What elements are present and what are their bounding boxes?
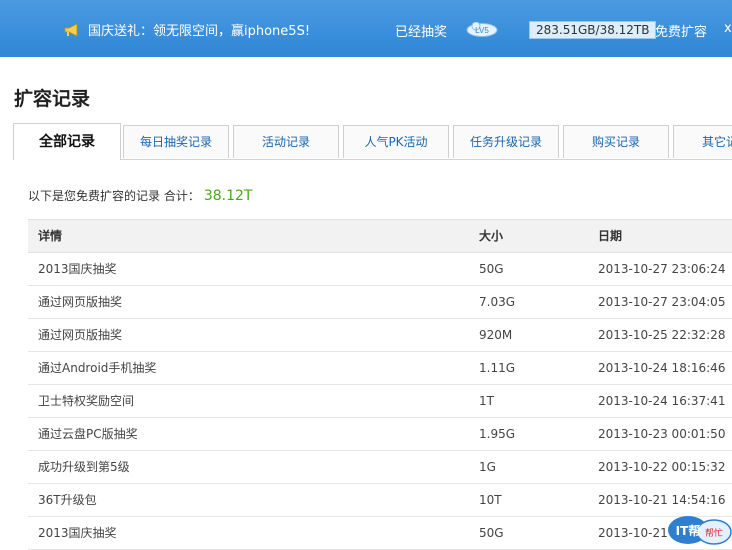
watermark-brand: IT帮 xyxy=(676,523,701,538)
row-date: 2013-10-23 00:01:50 xyxy=(598,427,726,441)
free-expand-link[interactable]: 免费扩容 xyxy=(655,21,707,40)
header-detail: 详情 xyxy=(38,229,63,243)
table-header: 详情 大小 日期 xyxy=(28,219,732,253)
tab-daily-lottery[interactable]: 每日抽奖记录 xyxy=(123,125,229,158)
level-text: LV5 xyxy=(475,26,489,35)
megaphone-icon xyxy=(64,22,78,37)
lottery-done-link[interactable]: 已经抽奖 xyxy=(395,21,447,40)
row-date: 2013-10-27 23:04:05 xyxy=(598,295,726,309)
user-menu[interactable]: x xyxy=(724,21,732,36)
table-row: 成功升级到第5级 1G 2013-10-22 00:15:32 xyxy=(28,451,732,484)
row-size: 1.11G xyxy=(479,361,516,375)
row-detail: 通过云盘PC版抽奖 xyxy=(38,427,138,441)
promo-text: 国庆送礼：领无限空间，赢iphone5S! xyxy=(88,24,311,39)
capacity-indicator: 283.51GB/38.12TB xyxy=(529,21,657,39)
itbang-watermark-logo: IT帮 帮忙 xyxy=(668,516,732,545)
tab-purchase[interactable]: 购买记录 xyxy=(563,125,669,158)
page-title: 扩容记录 xyxy=(14,88,91,110)
row-size: 1.95G xyxy=(479,427,516,441)
table-row: 卫士特权奖励空间 1T 2013-10-24 16:37:41 xyxy=(28,385,732,418)
header-date: 日期 xyxy=(598,229,623,243)
table-row: 通过Android手机抽奖 1.11G 2013-10-24 18:16:46 xyxy=(28,352,732,385)
table-row: 通过云盘PC版抽奖 1.95G 2013-10-23 00:01:50 xyxy=(28,418,732,451)
summary-line: 以下是您免费扩容的记录 合计： 38.12T xyxy=(28,187,252,204)
row-size: 920M xyxy=(479,328,513,342)
table-row: 通过网页版抽奖 7.03G 2013-10-27 23:04:05 xyxy=(28,286,732,319)
row-detail: 36T升级包 xyxy=(38,493,97,507)
row-size: 1G xyxy=(479,460,496,474)
tab-popularity-pk[interactable]: 人气PK活动 xyxy=(343,125,449,158)
row-date: 2013-10-22 00:15:32 xyxy=(598,460,726,474)
row-size: 50G xyxy=(479,262,504,276)
watermark-sub: 帮忙 xyxy=(705,527,723,539)
row-size: 7.03G xyxy=(479,295,516,309)
row-size: 50G xyxy=(479,526,504,540)
table-row: 通过网页版抽奖 920M 2013-10-25 22:32:28 xyxy=(28,319,732,352)
row-date: 2013-10-27 23:06:24 xyxy=(598,262,726,276)
row-detail: 卫士特权奖励空间 xyxy=(38,394,135,408)
table-row: 36T升级包 10T 2013-10-21 14:54:16 xyxy=(28,484,732,517)
tab-all-records[interactable]: 全部记录 xyxy=(13,123,121,160)
row-detail: 2013国庆抽奖 xyxy=(38,262,117,276)
row-size: 10T xyxy=(479,493,502,507)
row-date: 2013-10-24 18:16:46 xyxy=(598,361,726,375)
header-size: 大小 xyxy=(479,229,504,243)
records-table: 详情 大小 日期 2013国庆抽奖 50G 2013-10-27 23:06:2… xyxy=(28,219,732,550)
top-bar: 国庆送礼：领无限空间，赢iphone5S! 已经抽奖 LV5 283.51GB/… xyxy=(0,0,732,57)
promo-banner[interactable]: 国庆送礼：领无限空间，赢iphone5S! xyxy=(64,20,310,39)
tab-other[interactable]: 其它记 xyxy=(673,125,732,158)
tab-task-upgrade[interactable]: 任务升级记录 xyxy=(453,125,559,158)
row-detail: 通过Android手机抽奖 xyxy=(38,361,157,375)
table-row: 2013国庆抽奖 50G 2013-10-21 14:5 xyxy=(28,517,732,550)
table-row: 2013国庆抽奖 50G 2013-10-27 23:06:24 xyxy=(28,253,732,286)
row-size: 1T xyxy=(479,394,494,408)
row-date: 2013-10-24 16:37:41 xyxy=(598,394,726,408)
row-detail: 通过网页版抽奖 xyxy=(38,328,123,342)
row-detail: 成功升级到第5级 xyxy=(38,460,130,474)
row-date: 2013-10-25 22:32:28 xyxy=(598,328,726,342)
row-detail: 通过网页版抽奖 xyxy=(38,295,123,309)
level-badge-icon: LV5 xyxy=(466,22,498,37)
summary-total: 38.12T xyxy=(203,188,253,204)
tab-bar: 全部记录 每日抽奖记录 活动记录 人气PK活动 任务升级记录 购买记录 其它记 xyxy=(13,123,732,160)
summary-text: 以下是您免费扩容的记录 合计： xyxy=(28,189,200,203)
tab-activity[interactable]: 活动记录 xyxy=(233,125,339,158)
row-detail: 2013国庆抽奖 xyxy=(38,526,117,540)
